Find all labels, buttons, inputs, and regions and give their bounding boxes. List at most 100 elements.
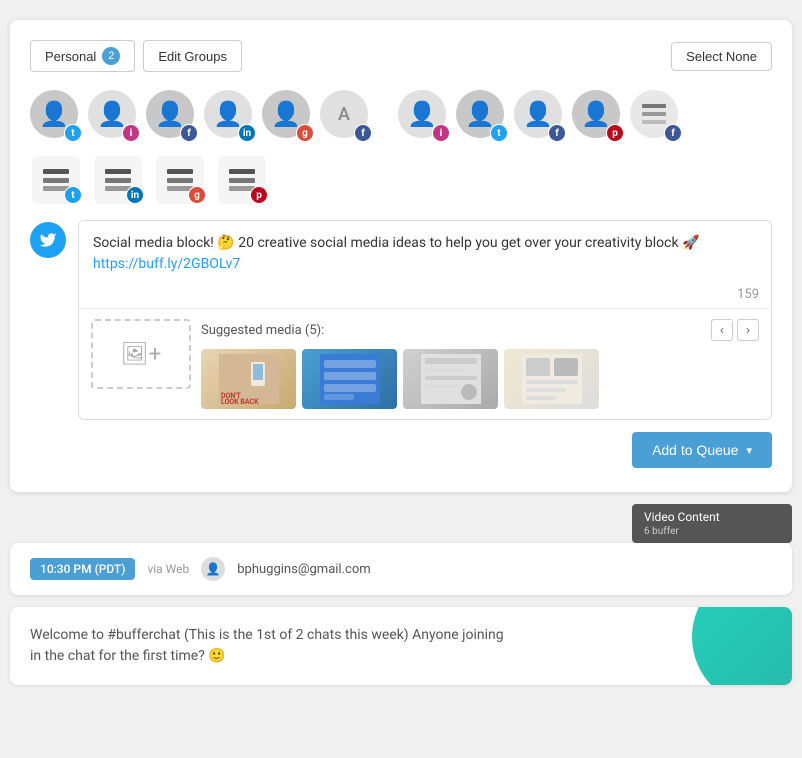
media-section: 🖼+ Suggested media (5): ‹ ›	[79, 308, 771, 419]
person-icon-1: 👤	[39, 100, 69, 128]
avatar-5[interactable]: 👤 g	[262, 90, 314, 142]
edit-groups-button[interactable]: Edit Groups	[143, 40, 242, 72]
video-tooltip: Video Content 6 buffer	[632, 504, 792, 543]
pinterest-badge-stack-4: p	[250, 186, 268, 204]
user-avatar: 👤	[201, 557, 225, 581]
thumb-svg-1: DON'T LOOK BACK	[219, 354, 279, 404]
avatar-11[interactable]: f	[630, 90, 682, 142]
suggested-media: Suggested media (5): ‹ ›	[201, 319, 759, 409]
user-avatar-icon: 👤	[206, 562, 221, 576]
video-tooltip-sub: 6 buffer	[644, 526, 780, 537]
personal-count: 2	[102, 47, 120, 65]
stack-1[interactable]: t	[30, 156, 82, 204]
thumb-inner-2	[302, 349, 397, 409]
avatar-2[interactable]: 👤 i	[88, 90, 140, 142]
video-tooltip-title: Video Content	[644, 510, 780, 524]
add-to-queue-button[interactable]: Add to Queue ▾	[632, 432, 772, 468]
instagram-badge-2: i	[122, 124, 140, 142]
bottom-card: Welcome to #bufferchat (This is the 1st …	[10, 607, 792, 685]
compose-card: Personal 2 Edit Groups Select None 👤 t	[10, 20, 792, 492]
layers-svg-2	[105, 169, 131, 191]
stack-3[interactable]: g	[154, 156, 206, 204]
twitter-badge-1: t	[64, 124, 82, 142]
next-arrow[interactable]: ›	[737, 319, 759, 341]
layers-svg-1	[43, 169, 69, 191]
person-icon-9: 👤	[523, 100, 553, 128]
layers-svg-3	[167, 169, 193, 191]
user-email: bphuggins@gmail.com	[237, 562, 370, 577]
twitter-svg	[39, 231, 57, 249]
person-icon-4: 👤	[213, 100, 243, 128]
stack-2[interactable]: in	[92, 156, 144, 204]
twitter-badge-8: t	[490, 124, 508, 142]
avatar-1[interactable]: 👤 t	[30, 90, 82, 142]
stack-row: t in	[30, 156, 772, 204]
compose-box: Social media block! 🤔 20 creative social…	[78, 220, 772, 420]
thumb-svg-3	[421, 354, 481, 404]
thumb-inner-4	[504, 349, 599, 409]
personal-button[interactable]: Personal 2	[30, 40, 135, 72]
select-none-label: Select None	[686, 49, 757, 64]
suggested-label: Suggested media (5):	[201, 323, 324, 338]
avatar-8[interactable]: 👤 t	[456, 90, 508, 142]
person-icon-2: 👤	[97, 100, 127, 128]
facebook-badge-3: f	[180, 124, 198, 142]
person-icon-5: 👤	[271, 100, 301, 128]
media-thumb-4[interactable]	[504, 349, 599, 409]
select-none-button[interactable]: Select None	[671, 42, 772, 71]
time-badge: 10:30 PM (PDT)	[30, 558, 135, 580]
avatar-9[interactable]: 👤 f	[514, 90, 566, 142]
nav-arrows: ‹ ›	[711, 319, 759, 341]
bottom-card-text: Welcome to #bufferchat (This is the 1st …	[30, 625, 512, 667]
compose-area: Social media block! 🤔 20 creative social…	[30, 220, 772, 420]
media-upload-button[interactable]: 🖼+	[91, 319, 191, 389]
pinterest-badge-10: p	[606, 124, 624, 142]
prev-arrow[interactable]: ‹	[711, 319, 733, 341]
upload-icon: 🖼+	[121, 342, 161, 367]
linkedin-badge-stack-2: in	[126, 186, 144, 204]
media-thumb-2[interactable]	[302, 349, 397, 409]
stack-4[interactable]: p	[216, 156, 268, 204]
personal-label: Personal	[45, 49, 96, 64]
avatar-10[interactable]: 👤 p	[572, 90, 624, 142]
compose-body: Social media block! 🤔 20 creative social…	[93, 235, 699, 251]
avatar-7[interactable]: 👤 i	[398, 90, 450, 142]
bottom-card-decoration	[672, 607, 792, 685]
person-icon-10: 👤	[581, 100, 611, 128]
queue-btn-wrap: Add to Queue ▾	[30, 420, 772, 472]
thumb-svg-2	[320, 354, 380, 404]
toolbar-left: Personal 2 Edit Groups	[30, 40, 242, 72]
svg-text:LOOK BACK: LOOK BACK	[221, 398, 259, 404]
media-thumbs: DON'T LOOK BACK	[201, 349, 759, 409]
thumb-inner-3	[403, 349, 498, 409]
facebook-badge-6: f	[354, 124, 372, 142]
toolbar: Personal 2 Edit Groups Select None	[30, 40, 772, 72]
footer-row: 10:30 PM (PDT) via Web 👤 bphuggins@gmail…	[10, 543, 792, 595]
media-thumb-3[interactable]	[403, 349, 498, 409]
avatar-row: 👤 t 👤 i 👤 f 👤	[30, 90, 772, 142]
instagram-badge-7: i	[432, 124, 450, 142]
google-badge-stack-3: g	[188, 186, 206, 204]
media-thumb-1[interactable]: DON'T LOOK BACK	[201, 349, 296, 409]
via-text: via Web	[147, 562, 189, 576]
compose-text[interactable]: Social media block! 🤔 20 creative social…	[79, 221, 771, 287]
thumb-inner-1: DON'T LOOK BACK	[201, 349, 296, 409]
linkedin-badge-4: in	[238, 124, 256, 142]
char-count: 159	[79, 287, 771, 308]
avatar-6[interactable]: A f	[320, 90, 372, 142]
avatar-4[interactable]: 👤 in	[204, 90, 256, 142]
layers-svg-4	[229, 169, 255, 191]
dropdown-arrow-icon: ▾	[746, 444, 752, 457]
person-icon-3: 👤	[155, 100, 185, 128]
facebook-badge-9: f	[548, 124, 566, 142]
person-icon-7: 👤	[407, 100, 437, 128]
google-badge-5: g	[296, 124, 314, 142]
twitter-account-icon	[30, 222, 66, 258]
avatar-3[interactable]: 👤 f	[146, 90, 198, 142]
suggested-header: Suggested media (5): ‹ ›	[201, 319, 759, 341]
avatar-letter-6: A	[338, 104, 350, 125]
thumb-svg-4	[522, 354, 582, 404]
layers-icon-11	[642, 104, 666, 124]
twitter-badge-stack-1: t	[64, 186, 82, 204]
compose-link[interactable]: https://buff.ly/2GBOLv7	[93, 256, 240, 272]
